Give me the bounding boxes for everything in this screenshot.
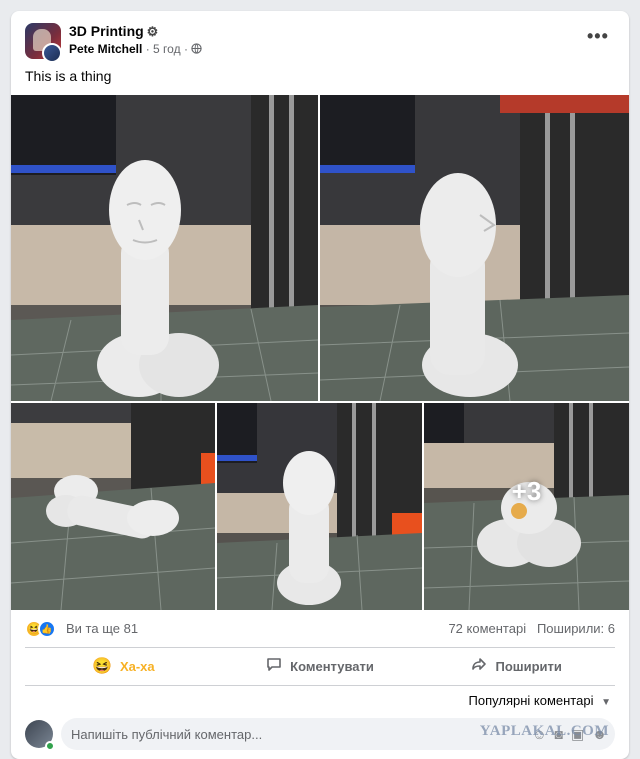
- post-header: 3D Printing ⚙ Pete Mitchell · 5 год · •••: [25, 21, 615, 63]
- post-card: 3D Printing ⚙ Pete Mitchell · 5 год · •••…: [11, 11, 629, 759]
- post-actions: 😆 Ха-ха Коментувати Поширити: [25, 651, 615, 681]
- meta-separator: ·: [145, 42, 150, 56]
- gear-icon: ⚙: [146, 24, 159, 39]
- author-name[interactable]: Pete Mitchell: [69, 42, 142, 56]
- group-name[interactable]: 3D Printing ⚙: [69, 23, 158, 40]
- reaction-label: Ха-ха: [119, 658, 155, 674]
- divider-bottom: [25, 685, 615, 686]
- photo-1[interactable]: [11, 95, 318, 401]
- post-stats: 😆 👍 Ви та ще 81 72 коментарі Поширили: 6: [25, 619, 615, 639]
- share-arrow-icon: [471, 656, 487, 677]
- reaction-button[interactable]: 😆 Ха-ха: [25, 651, 222, 681]
- stats-right: 72 коментарі Поширили: 6: [448, 621, 615, 636]
- shares-count[interactable]: Поширили: 6: [537, 621, 615, 636]
- comment-sort-label: Популярні коментарі: [468, 693, 594, 708]
- post-text: This is a thing: [25, 68, 112, 84]
- author-avatar[interactable]: [42, 43, 62, 63]
- comment-button[interactable]: Коментувати: [222, 651, 419, 681]
- globe-icon: [191, 43, 202, 54]
- comments-count[interactable]: 72 коментарі: [448, 621, 526, 636]
- meta-separator-2: ·: [183, 42, 188, 56]
- divider-top: [25, 647, 615, 648]
- comment-sort-dropdown[interactable]: Популярні коментарі ▼: [469, 693, 611, 708]
- like-icon: 👍: [38, 620, 56, 638]
- more-options-button[interactable]: •••: [587, 27, 608, 49]
- comment-input[interactable]: [71, 718, 451, 750]
- more-photos-count[interactable]: +3: [512, 476, 542, 507]
- more-photos-overlay[interactable]: +3: [424, 403, 629, 610]
- online-status-dot: [45, 741, 55, 751]
- comment-label: Коментувати: [290, 658, 374, 674]
- photo-2[interactable]: [320, 95, 629, 401]
- photo-4[interactable]: [217, 403, 422, 610]
- haha-emoji-icon: 😆: [92, 658, 112, 675]
- photo-5[interactable]: +3: [424, 403, 629, 610]
- post-time[interactable]: 5 год: [153, 42, 181, 56]
- group-name-text[interactable]: 3D Printing: [69, 23, 144, 39]
- post-meta: Pete Mitchell · 5 год ·: [69, 42, 202, 56]
- share-label: Поширити: [495, 658, 562, 674]
- photo-grid: +3: [11, 95, 629, 610]
- watermark-logo: YAPLAKAL.COM: [479, 723, 609, 739]
- share-button[interactable]: Поширити: [418, 651, 615, 681]
- reaction-summary[interactable]: Ви та ще 81: [66, 621, 138, 636]
- reaction-icons[interactable]: 😆 👍: [25, 620, 61, 638]
- comment-bubble-icon: [266, 656, 282, 677]
- chevron-down-icon: ▼: [601, 697, 611, 708]
- photo-3[interactable]: [11, 403, 215, 610]
